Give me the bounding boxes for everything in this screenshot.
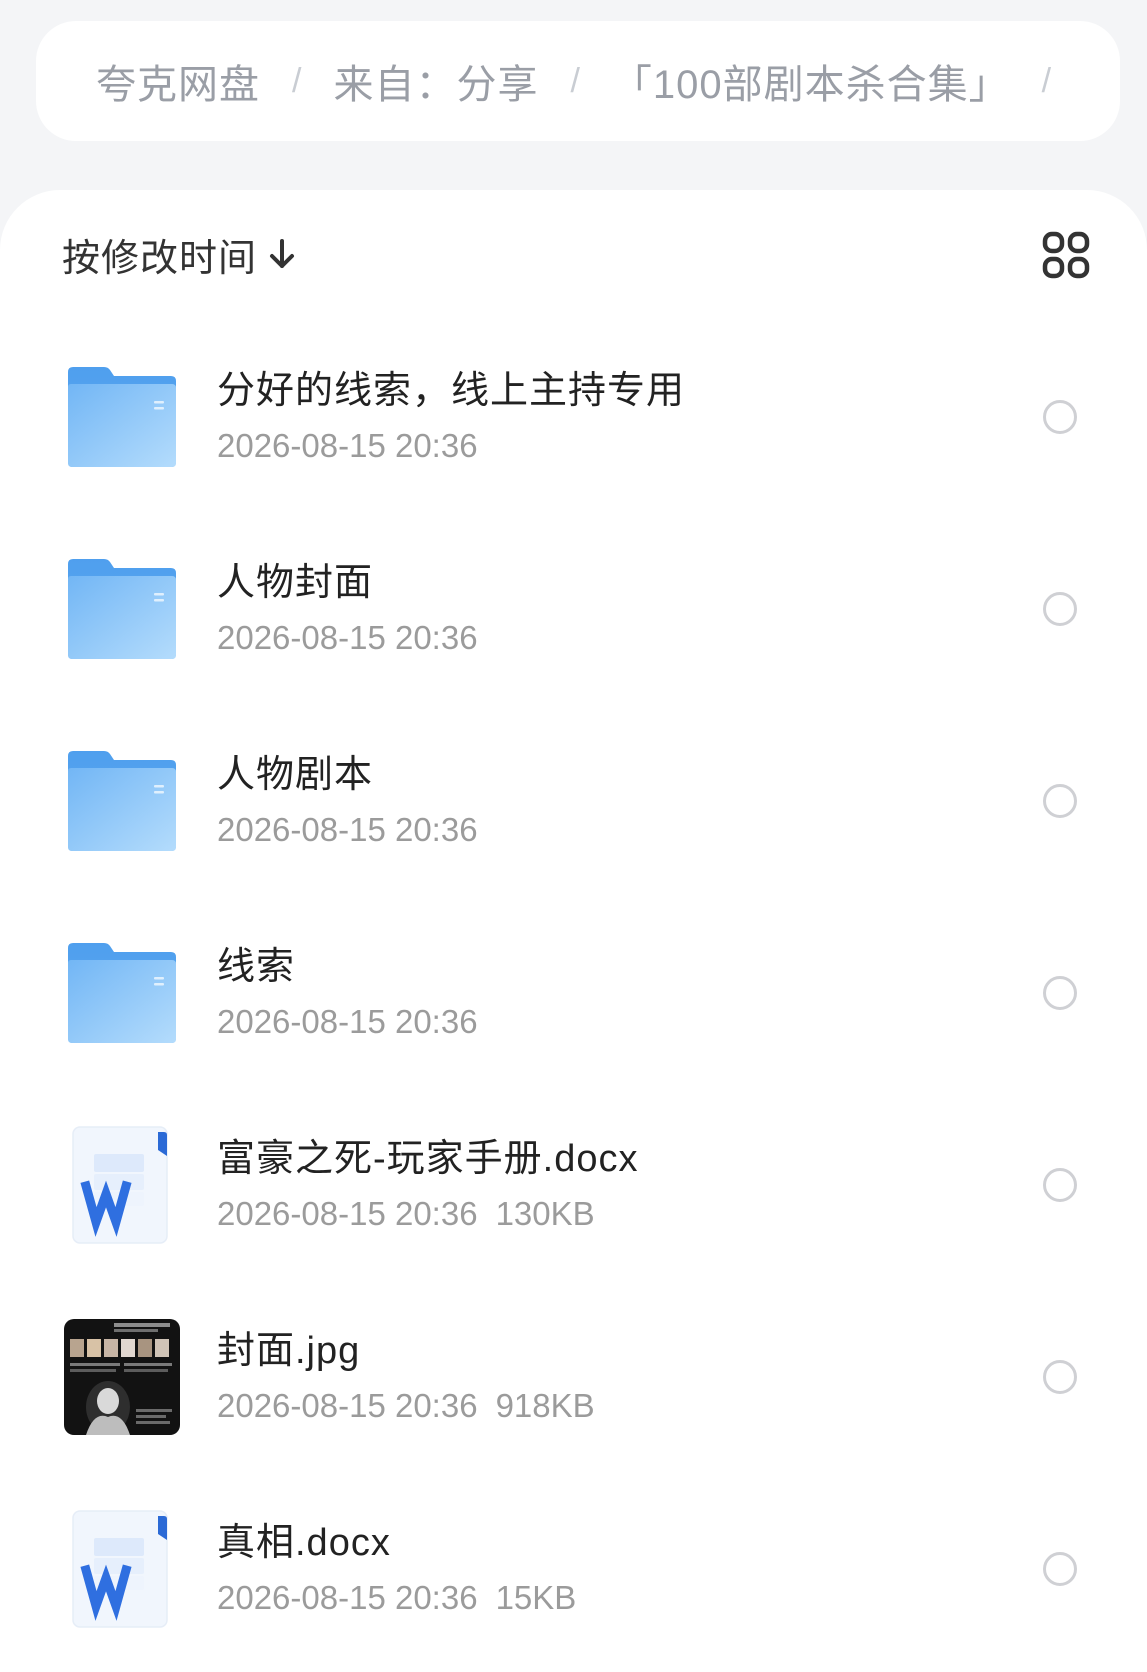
file-modified-time: 2026-08-15 20:36 [217, 1003, 478, 1040]
breadcrumb-separator: / [292, 61, 302, 100]
file-modified-time: 2026-08-15 20:36 [217, 1579, 478, 1616]
breadcrumb-separator: / [570, 61, 580, 100]
file-info: 线索 2026-08-15 20:36 [217, 944, 977, 1042]
file-name: 真相.docx [217, 1522, 391, 1564]
folder-icon [60, 739, 184, 863]
file-info: 富豪之死-玩家手册.docx 2026-08-15 20:36 130KB [217, 1136, 977, 1234]
grid-view-icon[interactable] [1041, 230, 1091, 280]
file-meta: 2026-08-15 20:36 [217, 810, 977, 850]
word-document-icon [60, 1123, 184, 1247]
file-row[interactable]: 富豪之死-玩家手册.docx 2026-08-15 20:36 130KB [0, 1089, 1147, 1281]
file-row[interactable]: 封面.jpg 2026-08-15 20:36 918KB [0, 1281, 1147, 1473]
sort-label: 按修改时间 [62, 237, 258, 280]
file-meta: 2026-08-15 20:36 130KB [217, 1194, 977, 1234]
select-radio[interactable] [1043, 1360, 1077, 1394]
file-panel: 按修改时间 分好的线索，线上主持专用 2026-08-15 20:36 人物封面 20… [0, 190, 1147, 1672]
select-radio[interactable] [1043, 784, 1077, 818]
file-info: 人物封面 2026-08-15 20:36 [217, 560, 977, 658]
file-modified-time: 2026-08-15 20:36 [217, 619, 478, 656]
file-modified-time: 2026-08-15 20:36 [217, 1387, 478, 1424]
folder-icon [60, 547, 184, 671]
file-list: 分好的线索，线上主持专用 2026-08-15 20:36 人物封面 2026-08-… [0, 321, 1147, 1665]
file-name: 线索 [217, 946, 296, 988]
image-thumbnail [60, 1315, 184, 1439]
folder-icon [60, 931, 184, 1055]
file-meta: 2026-08-15 20:36 [217, 618, 977, 658]
file-row[interactable]: 真相.docx 2026-08-15 20:36 15KB [0, 1473, 1147, 1665]
file-info: 真相.docx 2026-08-15 20:36 15KB [217, 1520, 977, 1618]
breadcrumb-separator: / [1041, 61, 1052, 100]
file-size: 15KB [495, 1579, 577, 1616]
select-radio[interactable] [1043, 592, 1077, 626]
folder-icon [60, 355, 184, 479]
select-radio[interactable] [1043, 1168, 1077, 1202]
select-radio[interactable] [1043, 1552, 1077, 1586]
file-info: 分好的线索，线上主持专用 2026-08-15 20:36 [217, 368, 977, 466]
file-meta: 2026-08-15 20:36 [217, 426, 977, 466]
file-name: 人物剧本 [217, 754, 374, 796]
file-info: 封面.jpg 2026-08-15 20:36 918KB [217, 1328, 977, 1426]
file-name: 分好的线索，线上主持专用 [217, 370, 686, 412]
file-info: 人物剧本 2026-08-15 20:36 [217, 752, 977, 850]
sort-button[interactable]: 按修改时间 [62, 228, 295, 280]
file-modified-time: 2026-08-15 20:36 [217, 811, 478, 848]
file-modified-time: 2026-08-15 20:36 [217, 1195, 478, 1232]
select-radio[interactable] [1043, 976, 1077, 1010]
file-row[interactable]: 分好的线索，线上主持专用 2026-08-15 20:36 [0, 321, 1147, 513]
file-meta: 2026-08-15 20:36 [217, 1002, 977, 1042]
file-row[interactable]: 人物剧本 2026-08-15 20:36 [0, 705, 1147, 897]
word-document-icon [60, 1507, 184, 1631]
file-meta: 2026-08-15 20:36 918KB [217, 1386, 977, 1426]
file-name: 富豪之死-玩家手册.docx [217, 1138, 639, 1180]
file-meta: 2026-08-15 20:36 15KB [217, 1578, 977, 1618]
file-name: 封面.jpg [217, 1330, 361, 1372]
breadcrumb: 夸克网盘 / 来自：分享 / 「100部剧本杀合集」 / [36, 21, 1120, 141]
arrow-down-icon [269, 238, 295, 270]
file-row[interactable]: 人物封面 2026-08-15 20:36 [0, 513, 1147, 705]
breadcrumb-item[interactable]: 夸克网盘 [96, 52, 260, 110]
file-size: 918KB [495, 1387, 595, 1424]
breadcrumb-item[interactable]: 「100部剧本杀合集」 [612, 52, 1010, 110]
file-row[interactable]: 线索 2026-08-15 20:36 [0, 897, 1147, 1089]
breadcrumb-item[interactable]: 来自：分享 [333, 52, 538, 110]
select-radio[interactable] [1043, 400, 1077, 434]
file-size: 130KB [495, 1195, 595, 1232]
file-modified-time: 2026-08-15 20:36 [217, 427, 478, 464]
file-name: 人物封面 [217, 562, 374, 604]
